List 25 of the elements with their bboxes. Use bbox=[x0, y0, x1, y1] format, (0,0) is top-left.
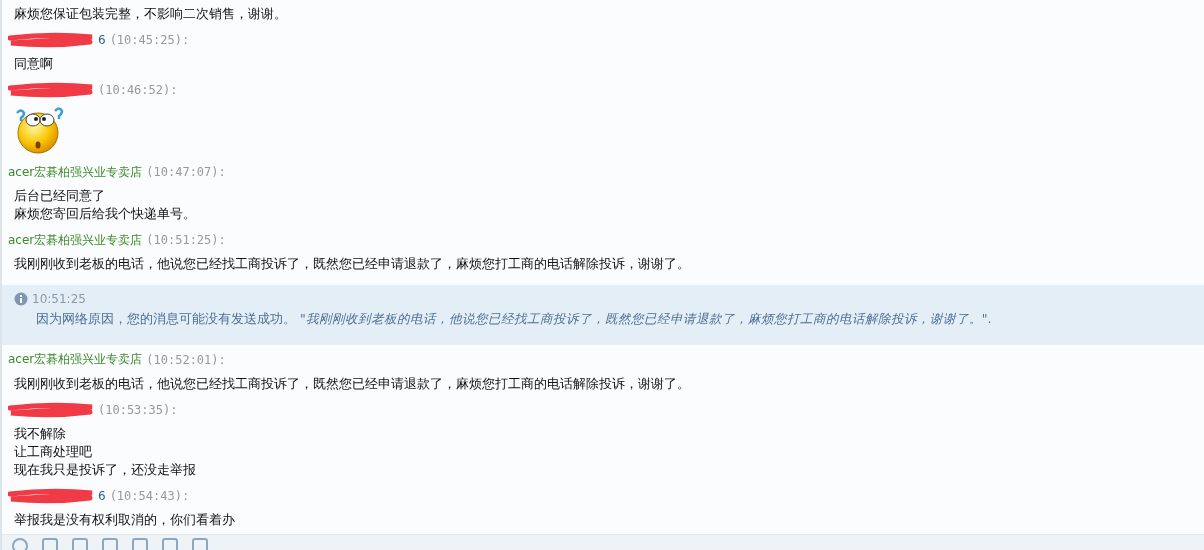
message-text: 举报我是没有权利取消的，你们看着办 bbox=[14, 510, 236, 529]
message-time: (10:53:35): bbox=[98, 402, 178, 417]
message-time: (10:54:43): bbox=[109, 488, 190, 503]
message-text: 我刚刚收到老板的电话，他说您已经找工商投诉了，既然您已经申请退款了，麻烦您打工商的电话解除投诉，谢谢了。 bbox=[14, 255, 691, 273]
message-text: 我刚刚收到老板的电话，他说您已经找工商投诉了，既然您已经申请退款了，麻烦您打工商的电话解除投诉，谢谢了。 bbox=[14, 374, 691, 393]
message-text: 现在我只是投诉了，还没走举报 bbox=[14, 460, 197, 479]
sender-name: 6 bbox=[98, 488, 106, 503]
sender-name: acer宏碁柏强兴业专卖店 bbox=[8, 163, 143, 181]
message-time: (10:46:52): bbox=[98, 83, 178, 97]
message-time: (10:47:07): bbox=[146, 165, 226, 179]
message-text: 麻烦您保证包装完整，不影响二次销售，谢谢。 bbox=[14, 5, 288, 23]
info-icon bbox=[14, 292, 28, 306]
message-text: 后台已经同意了 bbox=[14, 187, 106, 205]
notice-text: 因为网络原因，您的消息可能没有发送成功。 "我刚刚收到老板的电话，他说您已经找工商投诉了，既然您已经申请退款了，麻烦您打工商的电话解除投诉，谢谢了。". bbox=[35, 310, 993, 328]
notice-time: 10:51:25 bbox=[32, 292, 86, 306]
message-time: (10:45:25): bbox=[109, 33, 190, 47]
message-text: 我不解除 bbox=[14, 424, 67, 443]
sender-name: acer宏碁柏强兴业专卖店 bbox=[8, 231, 143, 249]
sender-name: 6 bbox=[98, 33, 106, 47]
message-text: 麻烦您寄回后给我个快递单号。 bbox=[14, 205, 197, 223]
sender-name: acer宏碁柏强兴业专卖店 bbox=[8, 351, 143, 369]
message-time: (10:51:25): bbox=[146, 233, 226, 247]
message-time: (10:52:01): bbox=[146, 352, 226, 367]
message-text: 同意啊 bbox=[14, 55, 54, 73]
message-text: 让工商处理吧 bbox=[14, 442, 93, 461]
